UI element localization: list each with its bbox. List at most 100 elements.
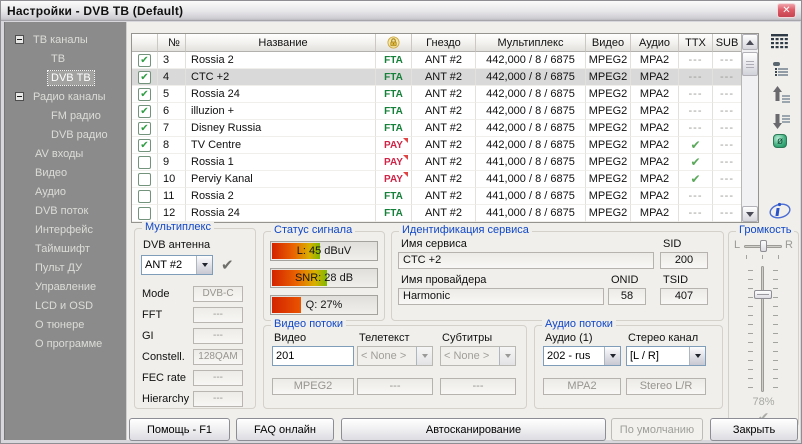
checkbox-icon[interactable]: ✔	[138, 122, 151, 135]
close-button[interactable]: Закрыть	[710, 418, 798, 441]
channel-row[interactable]: 9Rossia 1PAYANT #2441,000 / 8 / 6875MPEG…	[132, 154, 741, 171]
channel-row[interactable]: 12Rossia 24FTAANT #2441,000 / 8 / 6875MP…	[132, 205, 741, 222]
audio-codec-field: MPA2	[543, 378, 621, 395]
sidebar-item[interactable]: Управление	[5, 277, 126, 296]
volume-thumb[interactable]	[754, 290, 772, 299]
access-label: PAY	[376, 154, 412, 171]
checkbox-icon[interactable]	[138, 207, 151, 220]
scrollbar-thumb[interactable]	[742, 52, 758, 76]
socket-cell: ANT #2	[412, 120, 476, 137]
sidebar-item[interactable]: AV входы	[5, 144, 126, 163]
video-codec-cell: MPEG2	[586, 154, 631, 171]
checkbox-icon[interactable]: ✔	[138, 139, 151, 152]
channel-checkbox[interactable]	[132, 154, 158, 171]
channel-row[interactable]: ✔6illuzion +FTAANT #2442,000 / 8 / 6875M…	[132, 103, 741, 120]
help-button[interactable]: Помощь - F1	[129, 418, 230, 441]
channel-row[interactable]: ✔7Disney RussiaFTAANT #2442,000 / 8 / 68…	[132, 120, 741, 137]
checkbox-icon[interactable]: ✔	[138, 54, 151, 67]
sidebar-item[interactable]: Пульт ДУ	[5, 258, 126, 277]
autoscan-button[interactable]: Автосканирование	[341, 418, 606, 441]
header-number[interactable]: №	[158, 34, 186, 52]
checkbox-icon[interactable]	[138, 156, 151, 169]
multiplex-title: Мультиплекс	[142, 221, 214, 233]
checkbox-icon[interactable]: ✔	[138, 105, 151, 118]
sidebar-item[interactable]: Радио каналы	[5, 87, 126, 106]
channel-checkbox[interactable]: ✔	[132, 52, 158, 69]
header-checkbox-col[interactable]	[132, 34, 158, 52]
checkbox-icon[interactable]	[138, 173, 151, 186]
faq-button[interactable]: FAQ онлайн	[236, 418, 334, 441]
chevron-down-icon[interactable]	[604, 347, 620, 365]
move-down-icon[interactable]	[771, 113, 791, 133]
channel-row[interactable]: ✔3Rossia 2FTAANT #2442,000 / 8 / 6875MPE…	[132, 52, 741, 69]
table-scrollbar[interactable]	[741, 34, 758, 222]
channel-checkbox[interactable]: ✔	[132, 69, 158, 86]
header-socket[interactable]: Гнездо	[412, 34, 476, 52]
sidebar-item[interactable]: Интерфейс	[5, 220, 126, 239]
chevron-down-icon[interactable]	[689, 347, 705, 365]
channel-checkbox[interactable]	[132, 205, 158, 222]
channel-row[interactable]: 11Rossia 2FTAANT #2441,000 / 8 / 6875MPE…	[132, 188, 741, 205]
header-access[interactable]	[376, 34, 412, 52]
sidebar-item[interactable]: DVB поток	[5, 201, 126, 220]
header-audio[interactable]: Аудио	[631, 34, 679, 52]
tree-collapse-icon[interactable]	[15, 92, 24, 101]
channel-row[interactable]: ✔4CTC +2FTAANT #2442,000 / 8 / 6875MPEG2…	[132, 69, 741, 86]
channel-number: 10	[158, 171, 186, 188]
sidebar-item[interactable]: О программе	[5, 334, 126, 353]
channel-grid-icon[interactable]	[769, 31, 789, 51]
header-sub[interactable]: SUB	[713, 34, 741, 52]
audio-select[interactable]: 202 - rus	[543, 346, 621, 366]
channel-number: 4	[158, 69, 186, 86]
settings-window: Настройки - DVB ТВ (Default) ✕ ТВ каналы…	[0, 0, 802, 444]
access-label: PAY	[376, 171, 412, 188]
sidebar-item[interactable]: LCD и OSD	[5, 296, 126, 315]
teletext-select: < None >	[357, 346, 433, 366]
channel-row[interactable]: ✔5Rossia 24FTAANT #2442,000 / 8 / 6875MP…	[132, 86, 741, 103]
scroll-down-icon[interactable]	[742, 206, 758, 222]
chevron-down-icon[interactable]	[196, 256, 212, 274]
header-name[interactable]: Название	[186, 34, 376, 52]
checkbox-icon[interactable]	[138, 190, 151, 203]
channel-checkbox[interactable]: ✔	[132, 137, 158, 154]
sidebar-item[interactable]: О тюнере	[5, 315, 126, 334]
move-up-icon[interactable]	[771, 85, 791, 105]
titlebar[interactable]: Настройки - DVB ТВ (Default) ✕	[1, 1, 801, 21]
checkbox-icon[interactable]: ✔	[138, 71, 151, 84]
header-ttx[interactable]: TTX	[679, 34, 713, 52]
stereo-select[interactable]: [L / R]	[626, 346, 706, 366]
channel-checkbox[interactable]	[132, 188, 158, 205]
channel-checkbox[interactable]	[132, 171, 158, 188]
volume-groupbox: Громкость L R 78% ✔	[728, 231, 799, 427]
antenna-select[interactable]: ANT #2	[141, 255, 213, 275]
sidebar-item[interactable]: ТВ	[5, 49, 126, 68]
channel-properties-icon[interactable]	[771, 58, 791, 78]
channel-checkbox[interactable]: ✔	[132, 103, 158, 120]
sidebar-item[interactable]: Таймшифт	[5, 239, 126, 258]
close-icon[interactable]: ✕	[777, 3, 796, 18]
channel-row[interactable]: ✔8TV CentrePAYANT #2442,000 / 8 / 6875MP…	[132, 137, 741, 154]
sidebar-item[interactable]: ТВ каналы	[5, 30, 126, 49]
sidebar-item[interactable]: FM радио	[5, 106, 126, 125]
sidebar-item[interactable]: DVB радио	[5, 125, 126, 144]
channel-row[interactable]: 10Perviy KanalPAYANT #2441,000 / 8 / 687…	[132, 171, 741, 188]
volume-slider[interactable]	[761, 266, 764, 392]
socket-cell: ANT #2	[412, 154, 476, 171]
checkbox-icon[interactable]: ✔	[138, 88, 151, 101]
multiplex-field-row: FEC rate---	[135, 367, 255, 388]
sidebar-item[interactable]: Аудио	[5, 182, 126, 201]
channel-number: 12	[158, 205, 186, 222]
tree-collapse-icon[interactable]	[15, 35, 24, 44]
channel-checkbox[interactable]: ✔	[132, 86, 158, 103]
balance-thumb[interactable]	[760, 240, 767, 252]
sidebar-item-label: DVB ТВ	[48, 71, 94, 85]
web-update-icon[interactable]	[770, 131, 790, 151]
channel-checkbox[interactable]: ✔	[132, 120, 158, 137]
header-multiplex[interactable]: Мультиплекс	[476, 34, 586, 52]
sidebar-item[interactable]: DVB ТВ	[5, 68, 126, 87]
scroll-up-icon[interactable]	[742, 34, 758, 50]
sidebar-item[interactable]: Видео	[5, 163, 126, 182]
video-pid-input[interactable]: 201	[272, 346, 354, 366]
info-icon[interactable]	[767, 198, 793, 222]
header-video[interactable]: Видео	[586, 34, 631, 52]
